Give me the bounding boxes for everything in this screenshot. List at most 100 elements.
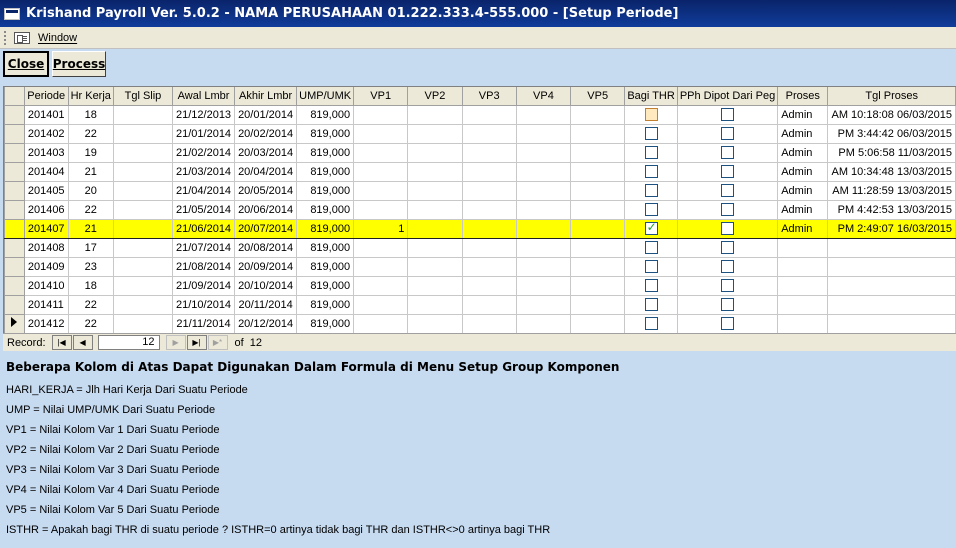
table-row[interactable]: 201406 22 21/05/2014 20/06/2014 819,000 Admin… (4, 199, 956, 220)
cell-hr-kerja[interactable]: 21 (67, 161, 114, 182)
cell-hr-kerja[interactable]: 17 (67, 237, 114, 258)
pph-dipot-checkbox[interactable] (721, 222, 734, 235)
table-row[interactable]: 201410 18 21/09/2014 20/10/2014 819,000 (4, 275, 956, 296)
cell-vp5[interactable] (570, 294, 626, 315)
cell-periode[interactable]: 201402 (23, 123, 69, 144)
cell-vp1[interactable] (353, 275, 409, 296)
cell-proses[interactable]: Admin (777, 142, 829, 163)
cell-vp3[interactable] (461, 199, 517, 220)
cell-proses[interactable] (777, 237, 829, 258)
column-header-periode[interactable]: Periode (23, 87, 69, 106)
cell-proses[interactable] (777, 313, 829, 333)
cell-proses[interactable]: Admin (777, 123, 829, 144)
cell-tgl-proses[interactable]: 13/03/2015 11:28:59 AM (827, 180, 956, 201)
cell-vp1[interactable]: 1 (353, 218, 409, 239)
cell-awal-lmbr[interactable]: 21/09/2014 (171, 275, 236, 296)
cell-awal-lmbr[interactable]: 21/03/2014 (171, 161, 236, 182)
column-header-ump-umk[interactable]: UMP/UMK (296, 87, 355, 106)
cell-vp1[interactable] (353, 313, 409, 333)
cell-vp5[interactable] (570, 180, 626, 201)
cell-hr-kerja[interactable]: 22 (67, 294, 114, 315)
cell-hr-kerja[interactable]: 22 (67, 123, 114, 144)
cell-periode[interactable]: 201410 (23, 275, 69, 296)
cell-vp4[interactable] (515, 237, 572, 258)
cell-ump-umk[interactable]: 819,000 (296, 275, 355, 296)
cell-vp5[interactable] (570, 275, 626, 296)
cell-awal-lmbr[interactable]: 21/08/2014 (171, 256, 236, 277)
cell-tgl-slip[interactable] (112, 313, 174, 333)
pph-dipot-checkbox[interactable] (721, 165, 734, 178)
pph-dipot-checkbox[interactable] (721, 317, 734, 330)
cell-awal-lmbr[interactable]: 21/04/2014 (171, 180, 236, 201)
cell-tgl-slip[interactable] (112, 199, 174, 220)
column-header-bagi-thr[interactable]: Bagi THR (624, 87, 678, 106)
row-selector[interactable] (4, 104, 25, 125)
row-selector[interactable] (4, 142, 25, 163)
bagi-thr-checkbox[interactable] (644, 184, 658, 197)
cell-hr-kerja[interactable]: 23 (67, 256, 114, 277)
cell-vp3[interactable] (461, 161, 517, 182)
cell-vp2[interactable] (407, 199, 463, 220)
column-header-tgl-proses[interactable]: Tgl Proses (827, 87, 956, 106)
cell-vp5[interactable] (570, 218, 626, 239)
column-header-vp4[interactable]: VP4 (515, 87, 572, 106)
menu-window[interactable]: Window (38, 32, 77, 44)
record-number-input[interactable]: 12 (97, 335, 160, 350)
cell-tgl-slip[interactable] (112, 275, 174, 296)
cell-tgl-slip[interactable] (112, 180, 174, 201)
close-button[interactable]: Close (3, 51, 49, 77)
cell-tgl-proses[interactable]: 13/03/2015 10:34:48 AM (827, 161, 956, 182)
cell-awal-lmbr[interactable]: 21/02/2014 (171, 142, 236, 163)
bagi-thr-checkbox[interactable] (644, 298, 658, 311)
cell-hr-kerja[interactable]: 22 (67, 199, 114, 220)
cell-vp5[interactable] (570, 313, 626, 333)
cell-akhir-lmbr[interactable]: 20/05/2014 (234, 180, 298, 201)
cell-tgl-proses[interactable]: 11/03/2015 5:06:58 PM (827, 142, 956, 163)
cell-vp3[interactable] (461, 123, 517, 144)
cell-akhir-lmbr[interactable]: 20/03/2014 (234, 142, 298, 163)
cell-proses[interactable]: Admin (777, 218, 829, 239)
cell-vp2[interactable] (407, 218, 463, 239)
cell-vp5[interactable] (570, 123, 626, 144)
cell-tgl-proses[interactable] (827, 294, 956, 315)
row-selector[interactable] (4, 294, 25, 315)
cell-periode[interactable]: 201412 (23, 313, 69, 333)
cell-awal-lmbr[interactable]: 21/07/2014 (171, 237, 236, 258)
cell-proses[interactable]: Admin (777, 180, 829, 201)
cell-vp2[interactable] (407, 294, 463, 315)
cell-vp3[interactable] (461, 237, 517, 258)
cell-tgl-slip[interactable] (112, 237, 174, 258)
cell-akhir-lmbr[interactable]: 20/01/2014 (234, 104, 298, 125)
column-header-tgl-slip[interactable]: Tgl Slip (112, 87, 174, 106)
cell-tgl-proses[interactable] (827, 237, 956, 258)
cell-ump-umk[interactable]: 819,000 (296, 237, 355, 258)
cell-ump-umk[interactable]: 819,000 (296, 161, 355, 182)
cell-vp2[interactable] (407, 237, 463, 258)
column-header-awal-lmbr[interactable]: Awal Lmbr (171, 87, 236, 106)
cell-vp4[interactable] (515, 294, 572, 315)
cell-tgl-slip[interactable] (112, 218, 174, 239)
table-row[interactable]: 201408 17 21/07/2014 20/08/2014 819,000 (4, 237, 956, 258)
cell-periode[interactable]: 201405 (23, 180, 69, 201)
cell-vp4[interactable] (515, 142, 572, 163)
cell-akhir-lmbr[interactable]: 20/02/2014 (234, 123, 298, 144)
cell-hr-kerja[interactable]: 18 (67, 275, 114, 296)
cell-awal-lmbr[interactable]: 21/05/2014 (171, 199, 236, 220)
column-header-vp2[interactable]: VP2 (407, 87, 463, 106)
row-selector[interactable] (4, 313, 25, 333)
cell-vp4[interactable] (515, 104, 572, 125)
column-header-proses[interactable]: Proses (777, 87, 829, 106)
cell-periode[interactable]: 201407 (23, 218, 69, 239)
column-header-akhir-lmbr[interactable]: Akhir Lmbr (234, 87, 298, 106)
cell-ump-umk[interactable]: 819,000 (296, 142, 355, 163)
bagi-thr-checkbox[interactable] (644, 241, 658, 254)
document-window-icon[interactable] (14, 31, 30, 44)
bagi-thr-checkbox[interactable] (644, 203, 658, 216)
cell-hr-kerja[interactable]: 20 (67, 180, 114, 201)
bagi-thr-checkbox[interactable] (644, 220, 658, 235)
process-button[interactable]: Process (52, 51, 106, 77)
app-window-icon[interactable] (4, 7, 20, 20)
column-header-vp5[interactable]: VP5 (570, 87, 626, 106)
bagi-thr-checkbox[interactable] (644, 260, 658, 273)
pph-dipot-checkbox[interactable] (721, 260, 734, 273)
